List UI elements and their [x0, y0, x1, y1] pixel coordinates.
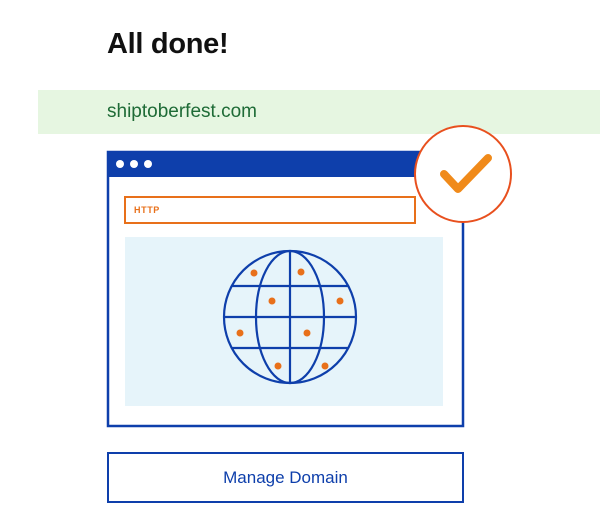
domain-name: shiptoberfest.com [107, 101, 257, 122]
content-panel [125, 237, 443, 406]
address-bar: HTTP [124, 196, 416, 224]
page-title: All done! [107, 28, 229, 60]
window-dots-icon [116, 160, 152, 168]
browser-illustration: HTTP [106, 125, 512, 428]
globe-icon [222, 249, 358, 385]
globe-dots [236, 268, 344, 370]
manage-domain-button[interactable]: Manage Domain [107, 452, 464, 503]
address-bar-text: HTTP [134, 205, 160, 215]
success-page: All done! shiptoberfest.com HTTP Manage … [0, 0, 600, 520]
checkmark-icon [414, 125, 512, 223]
domain-banner: shiptoberfest.com [38, 90, 600, 134]
browser-window-icon [106, 150, 465, 428]
